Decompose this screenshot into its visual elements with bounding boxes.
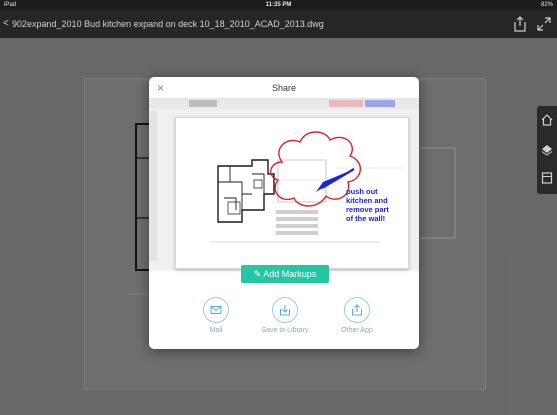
save-to-library-option[interactable]: Save to Library bbox=[245, 297, 325, 334]
mail-icon[interactable] bbox=[203, 297, 229, 323]
mail-option[interactable]: Mail bbox=[176, 297, 256, 334]
title-bar: < 902expand_2010 Bud kitchen expand on d… bbox=[0, 10, 557, 38]
annotation-line: remove part bbox=[346, 205, 389, 214]
other-app-option[interactable]: Other App bbox=[317, 297, 397, 334]
other-app-icon[interactable] bbox=[344, 297, 370, 323]
back-button[interactable]: < bbox=[3, 18, 9, 29]
annotation-line: kitchen and bbox=[346, 196, 388, 205]
clock: 11:35 PM bbox=[265, 2, 292, 8]
share-options: Mail Save to Library Other App bbox=[149, 297, 419, 349]
preview-area: push out kitchen and remove part of the … bbox=[149, 99, 419, 283]
battery-indicator: 82% bbox=[540, 2, 553, 8]
share-icon[interactable] bbox=[513, 16, 527, 32]
save-to-library-icon[interactable] bbox=[272, 297, 298, 323]
file-title: 902expand_2010 Bud kitchen expand on dec… bbox=[12, 19, 324, 29]
annotation-line: of the wall! bbox=[346, 214, 386, 223]
share-dialog: × Share push out kitchen and remove part… bbox=[149, 77, 419, 349]
save-to-library-label: Save to Library bbox=[261, 327, 309, 334]
status-bar: iPad 11:35 PM 82% bbox=[0, 0, 557, 10]
add-markups-button[interactable]: ✎ Add Markups bbox=[241, 265, 329, 283]
expand-icon[interactable] bbox=[537, 17, 551, 31]
annotation-line: push out bbox=[346, 187, 378, 196]
dialog-title: Share bbox=[271, 83, 297, 93]
mail-label: Mail bbox=[209, 327, 223, 334]
markup-annotation: push out kitchen and remove part of the … bbox=[346, 187, 389, 223]
dialog-header: × Share bbox=[149, 77, 419, 99]
other-app-label: Other App bbox=[341, 327, 373, 334]
